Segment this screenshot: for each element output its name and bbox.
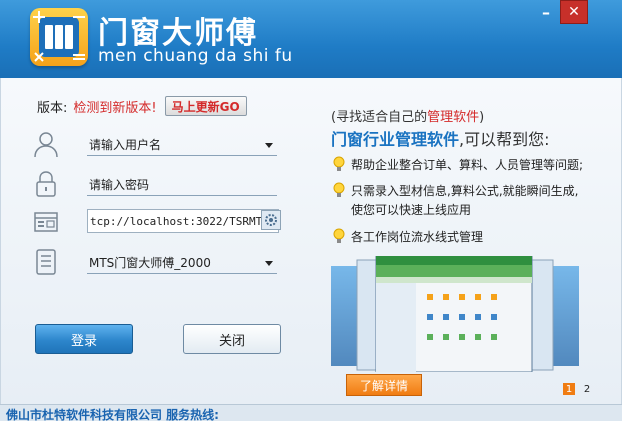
feature-item: 只需录入型材信息,算料公式,就能瞬间生成, 使您可以快速上线应用 xyxy=(333,182,578,220)
lightbulb-icon xyxy=(333,182,345,197)
new-version-text: 检测到新版本! xyxy=(73,100,157,116)
product-screenshot-image xyxy=(331,256,579,372)
username-input[interactable]: 请输入用户名 xyxy=(87,134,277,156)
server-icon xyxy=(34,212,58,232)
close-button[interactable]: 关闭 xyxy=(183,324,281,354)
database-row: MTS门窗大师傅_2000 xyxy=(33,246,283,280)
server-settings-button[interactable] xyxy=(261,210,281,230)
footer-bar: 佛山市杜特软件科技有限公司 服务热线: xyxy=(0,404,622,421)
password-input[interactable]: 请输入密码 xyxy=(87,174,277,196)
version-label: 版本: xyxy=(37,100,68,116)
app-logo-icon xyxy=(30,8,88,66)
learn-more-button[interactable]: 了解详情 xyxy=(346,374,422,396)
chevron-down-icon[interactable] xyxy=(265,143,273,148)
title-bar: 门窗大师傅 men chuang da shi fu – ✕ xyxy=(0,0,622,78)
feature-item: 帮助企业整合订单、算料、人员管理等问题; xyxy=(333,156,583,175)
lock-icon xyxy=(36,171,56,197)
company-info: 佛山市杜特软件科技有限公司 服务热线: xyxy=(6,408,219,421)
promo-title: 门窗行业管理软件,可以帮到您: xyxy=(331,130,550,149)
password-row: 请输入密码 xyxy=(33,168,283,202)
login-button[interactable]: 登录 xyxy=(35,324,133,354)
minimize-button[interactable]: – xyxy=(532,0,560,24)
database-list-icon xyxy=(36,249,56,275)
main-panel: 版本: 检测到新版本! 马上更新GO 请输入用户名 请输入密码 tcp://lo… xyxy=(0,78,622,404)
lightbulb-icon xyxy=(333,156,345,171)
server-address-input[interactable]: tcp://localhost:3022/TSRMT: xyxy=(87,209,279,233)
database-select[interactable]: MTS门窗大师傅_2000 xyxy=(87,252,277,274)
carousel-page-2[interactable]: 2 xyxy=(581,383,593,395)
promo-tagline: (寻找适合自己的管理软件) xyxy=(331,110,485,125)
carousel-page-1[interactable]: 1 xyxy=(563,383,575,395)
user-icon xyxy=(34,132,58,158)
window-close-button[interactable]: ✕ xyxy=(560,0,588,24)
server-row: tcp://localhost:3022/TSRMT: xyxy=(33,206,283,240)
update-now-button[interactable]: 马上更新GO xyxy=(164,96,247,116)
gear-icon xyxy=(265,214,277,226)
lightbulb-icon xyxy=(333,228,345,243)
chevron-down-icon[interactable] xyxy=(265,261,273,266)
username-row: 请输入用户名 xyxy=(33,128,283,162)
feature-item: 各工作岗位流水线式管理 xyxy=(333,228,483,247)
app-subtitle: men chuang da shi fu xyxy=(98,46,293,66)
version-row: 版本: 检测到新版本! 马上更新GO xyxy=(37,96,247,116)
